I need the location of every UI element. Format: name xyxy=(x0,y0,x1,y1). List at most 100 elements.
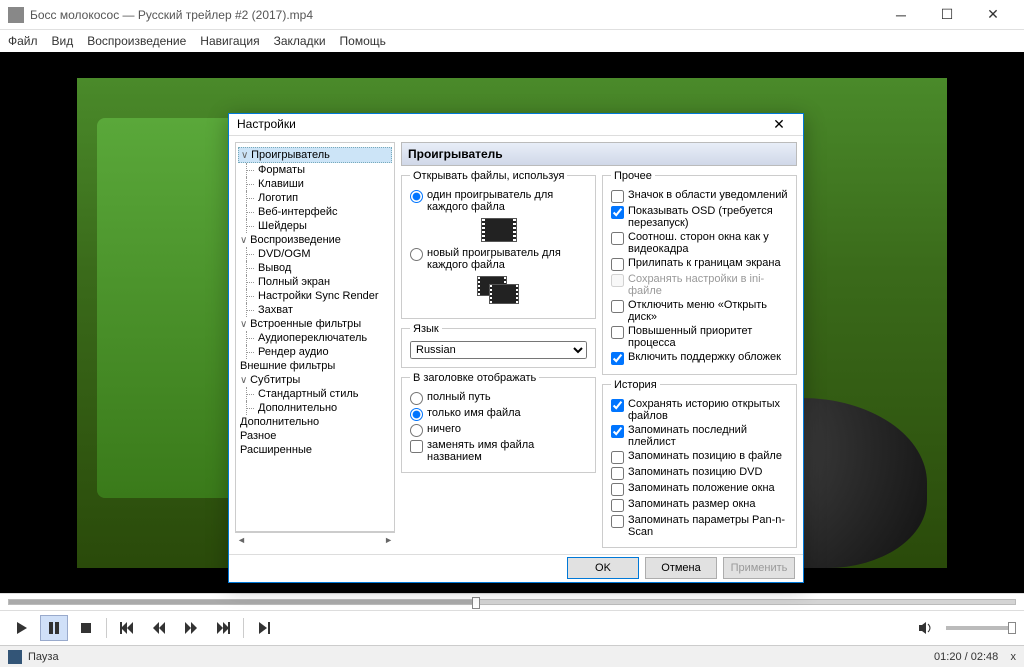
history-group: История Сохранять историю открытых файло… xyxy=(602,379,797,548)
dialog-close-button[interactable]: ✕ xyxy=(763,116,795,133)
check-priority[interactable]: Повышенный приоритет процесса xyxy=(611,324,788,350)
language-legend: Язык xyxy=(410,323,442,335)
menu-bookmarks[interactable]: Закладки xyxy=(274,34,326,48)
tree-formats[interactable]: Форматы xyxy=(238,163,392,177)
tree-advanced[interactable]: Расширенные xyxy=(238,443,392,457)
tree-keys[interactable]: Клавиши xyxy=(238,177,392,191)
menu-playback[interactable]: Воспроизведение xyxy=(87,34,186,48)
close-button[interactable]: ✕ xyxy=(970,0,1016,30)
tree-subtitles[interactable]: Субтитры xyxy=(238,373,392,387)
check-winsize[interactable]: Запоминать размер окна xyxy=(611,497,788,513)
check-replace-title[interactable]: заменять имя файла названием xyxy=(410,438,587,464)
minimize-button[interactable]: ─ xyxy=(878,0,924,30)
check-pos[interactable]: Запоминать позицию в файле xyxy=(611,449,788,465)
menu-help[interactable]: Помощь xyxy=(340,34,386,48)
tree-logo[interactable]: Логотип xyxy=(238,191,392,205)
stop-button[interactable] xyxy=(72,615,100,641)
check-ini: Сохранять настройки в ini-файле xyxy=(611,272,788,298)
radio-one-player[interactable]: один проигрыватель для каждого файла xyxy=(410,188,587,214)
open-files-group: Открывать файлы, используя один проигрыв… xyxy=(401,170,596,319)
film-single-icon xyxy=(481,218,517,242)
tree-webif[interactable]: Веб-интерфейс xyxy=(238,205,392,219)
ok-button[interactable]: OK xyxy=(567,557,639,579)
tree-playback[interactable]: Воспроизведение xyxy=(238,233,392,247)
window-title: Босс молокосос — Русский трейлер #2 (201… xyxy=(30,8,878,22)
window-titlebar: Босс молокосос — Русский трейлер #2 (201… xyxy=(0,0,1024,30)
menu-view[interactable]: Вид xyxy=(52,34,74,48)
film-multi-icon xyxy=(477,276,521,306)
skip-forward-button[interactable] xyxy=(209,615,237,641)
pause-button[interactable] xyxy=(40,615,68,641)
check-pan[interactable]: Запоминать параметры Pan-n-Scan xyxy=(611,513,788,539)
tree-scrollbar[interactable]: ◄► xyxy=(235,532,395,548)
volume-thumb[interactable] xyxy=(1008,622,1016,634)
radio-file-name[interactable]: только имя файла xyxy=(410,406,587,422)
menu-navigation[interactable]: Навигация xyxy=(200,34,259,48)
apply-button[interactable]: Применить xyxy=(723,557,795,579)
tree-audiorender[interactable]: Рендер аудио xyxy=(238,345,392,359)
tree-shaders[interactable]: Шейдеры xyxy=(238,219,392,233)
language-select[interactable]: Russian xyxy=(410,341,587,359)
radio-new-player[interactable]: новый проигрыватель для каждого файла xyxy=(410,246,587,272)
tree-dvd[interactable]: DVD/OGM xyxy=(238,247,392,261)
playback-controls xyxy=(0,611,1024,645)
check-playlist[interactable]: Запоминать последний плейлист xyxy=(611,423,788,449)
skip-back-button[interactable] xyxy=(113,615,141,641)
settings-panel: Проигрыватель Открывать файлы, используя… xyxy=(401,142,797,548)
menu-file[interactable]: Файл xyxy=(8,34,38,48)
title-display-group: В заголовке отображать полный путь тольк… xyxy=(401,372,596,473)
forward-button[interactable] xyxy=(177,615,205,641)
check-dvd-pos[interactable]: Запоминать позицию DVD xyxy=(611,465,788,481)
radio-full-path[interactable]: полный путь xyxy=(410,390,587,406)
tree-builtin[interactable]: Встроенные фильтры xyxy=(238,317,392,331)
tree-sync[interactable]: Настройки Sync Render xyxy=(238,289,392,303)
tree-external[interactable]: Внешние фильтры xyxy=(238,359,392,373)
app-icon xyxy=(8,7,24,23)
other-legend: Прочее xyxy=(611,170,655,182)
maximize-button[interactable]: ☐ xyxy=(924,0,970,30)
check-aspect[interactable]: Соотнош. сторон окна как у видеокадра xyxy=(611,230,788,256)
tree-output[interactable]: Вывод xyxy=(238,261,392,275)
seek-track[interactable] xyxy=(8,599,1016,605)
language-group: Язык Russian xyxy=(401,323,596,368)
volume-icon[interactable] xyxy=(912,615,940,641)
frame-step-button[interactable] xyxy=(250,615,278,641)
tree-player[interactable]: Проигрыватель xyxy=(238,147,392,163)
dialog-buttons: OK Отмена Применить xyxy=(229,554,803,582)
seek-bar[interactable] xyxy=(0,593,1024,611)
settings-tree[interactable]: Проигрыватель Форматы Клавиши Логотип Ве… xyxy=(235,142,395,532)
dialog-titlebar[interactable]: Настройки ✕ xyxy=(229,114,803,136)
open-files-legend: Открывать файлы, используя xyxy=(410,170,567,182)
tree-additional[interactable]: Дополнительно xyxy=(238,415,392,429)
check-recent[interactable]: Сохранять историю открытых файлов xyxy=(611,397,788,423)
status-time: 01:20 / 02:48 xyxy=(934,651,998,663)
play-button[interactable] xyxy=(8,615,36,641)
check-covers[interactable]: Включить поддержку обложек xyxy=(611,350,788,366)
settings-dialog: Настройки ✕ Проигрыватель Форматы Клавиш… xyxy=(228,113,804,583)
radio-nothing[interactable]: ничего xyxy=(410,422,587,438)
tree-misc[interactable]: Разное xyxy=(238,429,392,443)
check-snap[interactable]: Прилипать к границам экрана xyxy=(611,256,788,272)
status-icon xyxy=(8,650,22,664)
tree-capture[interactable]: Захват xyxy=(238,303,392,317)
check-disc[interactable]: Отключить меню «Открыть диск» xyxy=(611,298,788,324)
check-osd[interactable]: Показывать OSD (требуется перезапуск) xyxy=(611,204,788,230)
tree-subextra[interactable]: Дополнительно xyxy=(238,401,392,415)
volume-slider[interactable] xyxy=(946,626,1016,630)
seek-thumb[interactable] xyxy=(472,597,480,609)
menu-bar: Файл Вид Воспроизведение Навигация Закла… xyxy=(0,30,1024,52)
tree-audiosw[interactable]: Аудиопереключатель xyxy=(238,331,392,345)
dialog-title: Настройки xyxy=(237,117,296,131)
rewind-button[interactable] xyxy=(145,615,173,641)
title-display-legend: В заголовке отображать xyxy=(410,372,539,384)
check-tray[interactable]: Значок в области уведомлений xyxy=(611,188,788,204)
tree-substd[interactable]: Стандартный стиль xyxy=(238,387,392,401)
panel-title: Проигрыватель xyxy=(401,142,797,166)
history-legend: История xyxy=(611,379,660,391)
status-extra: x xyxy=(1011,651,1017,663)
other-group: Прочее Значок в области уведомлений Пока… xyxy=(602,170,797,375)
cancel-button[interactable]: Отмена xyxy=(645,557,717,579)
status-state: Пауза xyxy=(28,651,59,663)
check-winpos[interactable]: Запоминать положение окна xyxy=(611,481,788,497)
tree-fullscreen[interactable]: Полный экран xyxy=(238,275,392,289)
